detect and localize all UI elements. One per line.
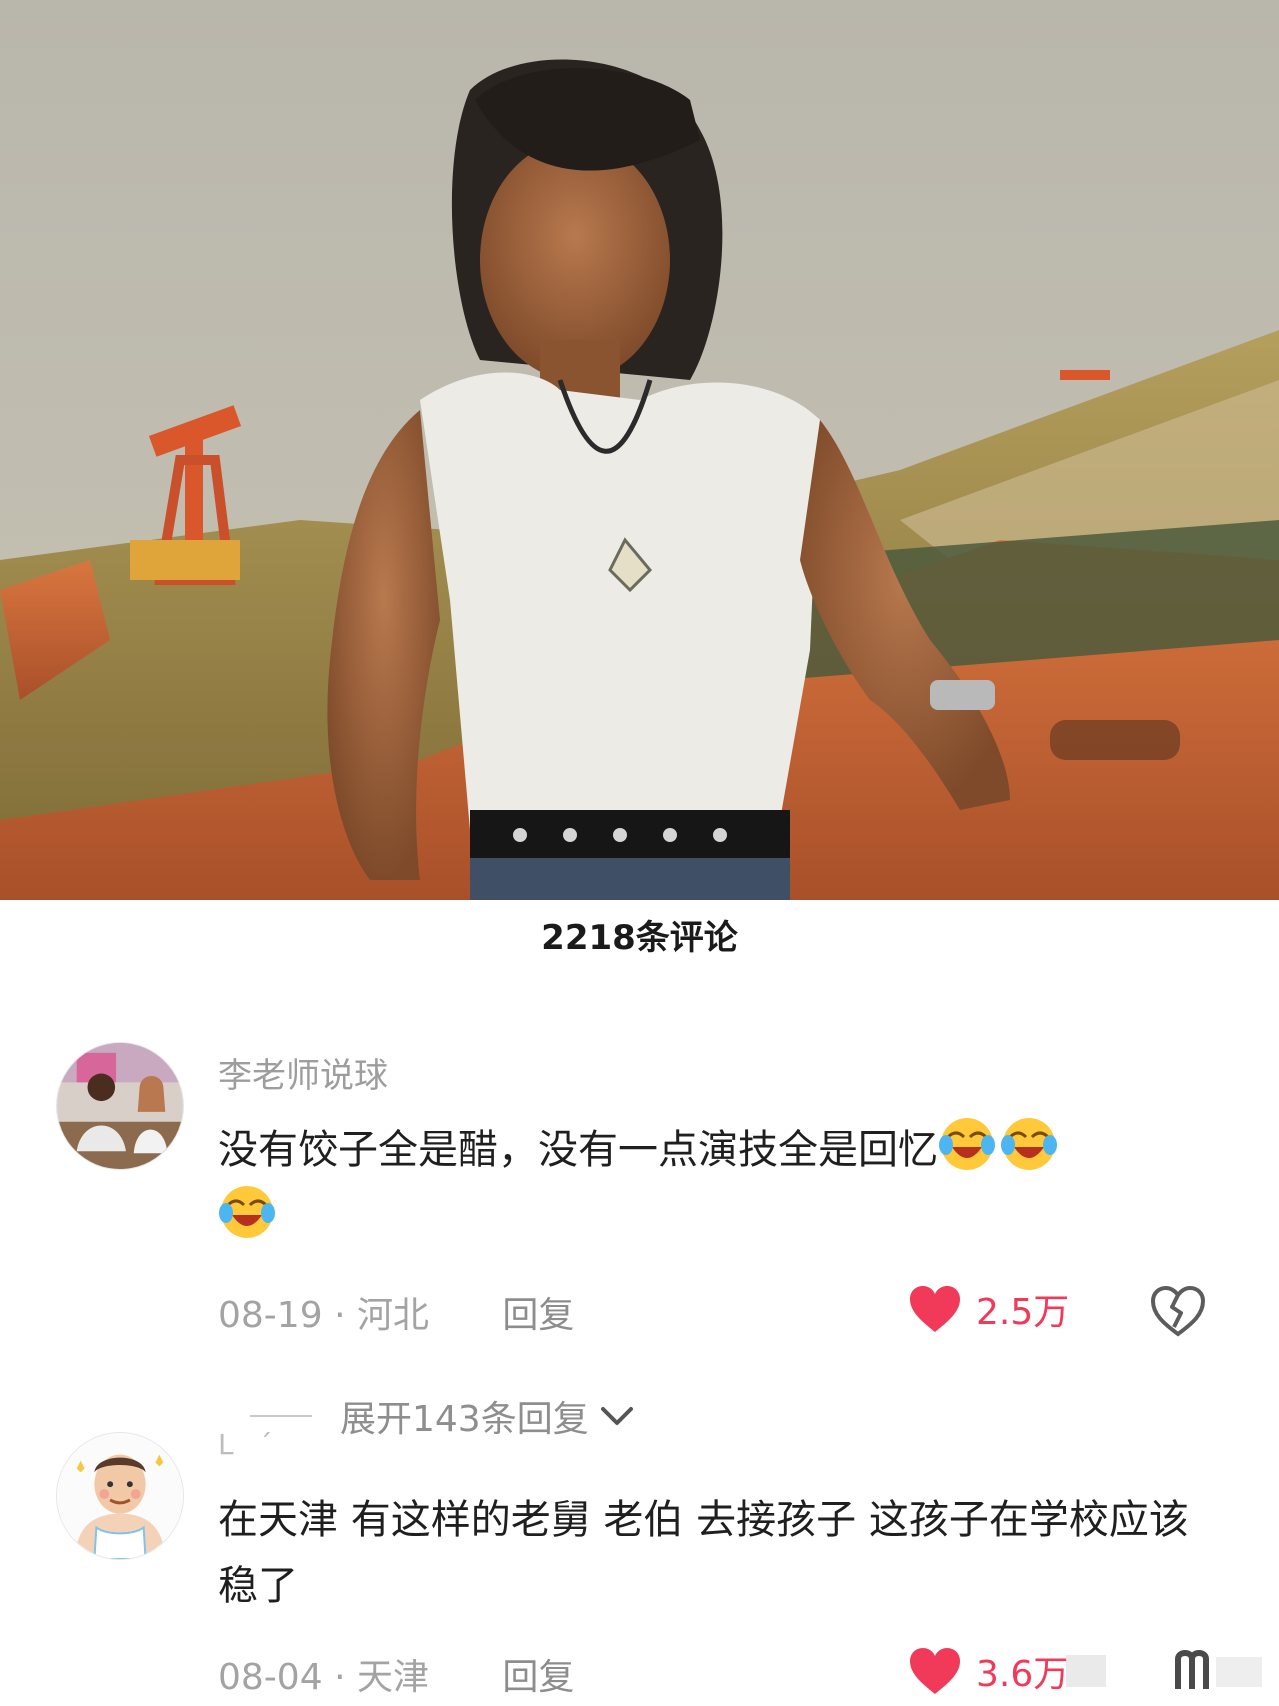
- avatar-photo-icon: [57, 1043, 183, 1169]
- like-count: 2.5万: [976, 1292, 1070, 1333]
- comment-text-content: 没有饺子全是醋，没有一点演技全是回忆: [218, 1127, 938, 1173]
- watermark-icon: [1066, 1650, 1262, 1689]
- hero-photo: [0, 0, 1279, 900]
- meta-separator: ·: [334, 1657, 357, 1698]
- comment-date: 08-19: [218, 1295, 323, 1336]
- cartoon-man-avatar-icon: [57, 1433, 183, 1559]
- comment-location: 天津: [356, 1657, 429, 1698]
- laughing-emoji-icon: [218, 1183, 276, 1241]
- comment-text: 没有饺子全是醋，没有一点演技全是回忆: [218, 1115, 1208, 1251]
- reply-button[interactable]: 回复: [502, 1295, 574, 1336]
- comment-location: 河北: [356, 1295, 429, 1336]
- comment-text: 在天津 有这样的老舅 老伯 去接孩子 这孩子在学校应该稳了: [218, 1497, 1189, 1609]
- expand-replies-button[interactable]: 展开143条回复: [250, 1390, 637, 1442]
- like-count: 3.6万: [976, 1654, 1070, 1695]
- comment-meta: 08-19 · 河北 回复: [218, 1286, 574, 1338]
- comment-date: 08-04: [218, 1657, 323, 1698]
- laughing-emoji-icon: [1000, 1115, 1058, 1173]
- heart-icon: [910, 1286, 960, 1332]
- comment-count: 2218条评论: [541, 918, 738, 958]
- comment-meta: 08-04 · 天津 回复: [218, 1648, 574, 1700]
- broken-heart-icon[interactable]: [1150, 1285, 1206, 1337]
- like-button[interactable]: 2.5万: [908, 1283, 1069, 1335]
- expand-replies-label: 展开143条回复: [340, 1399, 589, 1440]
- divider: [250, 1415, 312, 1417]
- comment-username[interactable]: L ˊ: [218, 1428, 281, 1461]
- heart-icon: [910, 1648, 960, 1694]
- reply-button[interactable]: 回复: [502, 1657, 574, 1698]
- laughing-emoji-icon: [938, 1115, 996, 1173]
- comment-username[interactable]: 李老师说球: [218, 1048, 388, 1097]
- avatar[interactable]: [56, 1042, 184, 1170]
- avatar[interactable]: [56, 1432, 184, 1560]
- like-button[interactable]: 3.6万: [908, 1645, 1069, 1697]
- chevron-down-icon: [600, 1407, 633, 1425]
- meta-separator: ·: [334, 1295, 357, 1336]
